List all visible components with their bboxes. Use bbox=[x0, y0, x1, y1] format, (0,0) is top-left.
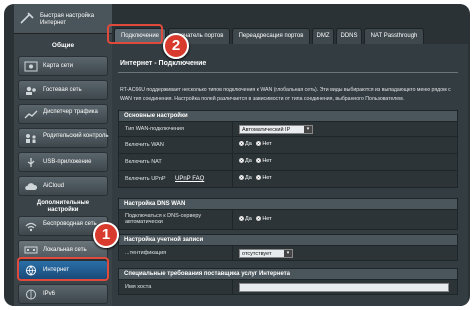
hostname-input[interactable] bbox=[239, 283, 449, 292]
auth-row: ...тентификация отсутствует ▾ bbox=[118, 246, 458, 261]
ipv6-icon bbox=[26, 289, 36, 300]
radio-yes[interactable] bbox=[239, 158, 244, 164]
sidebar-item-ipv6[interactable]: IPv6 bbox=[18, 284, 108, 304]
sidebar-item-label: Родительский контроль bbox=[43, 133, 109, 139]
sidebar-item-traffic-manager[interactable]: Диспетчер трафика bbox=[18, 104, 108, 124]
auto-dns-row: Подключаться к DNS-серверу автоматически… bbox=[118, 210, 458, 230]
sidebar-item-label: Локальная сеть bbox=[43, 247, 87, 253]
isp-settings-header: Специальные требования поставщика услуг … bbox=[118, 268, 458, 280]
lan-icon bbox=[24, 246, 38, 254]
wan-type-label: Тип WAN-подключения bbox=[125, 126, 184, 132]
radio-no[interactable] bbox=[256, 158, 262, 164]
internet-highlight bbox=[17, 257, 109, 281]
sidebar-item-label: IPv6 bbox=[43, 291, 56, 297]
chevron-down-icon: ▾ bbox=[304, 126, 312, 133]
radio-yes[interactable] bbox=[239, 141, 244, 147]
hostname-row: Имя хоста bbox=[118, 280, 458, 295]
basic-settings-header: Основные настройки bbox=[118, 110, 458, 122]
general-header: Общие bbox=[51, 42, 75, 49]
enable-nat-radios: Да Нет bbox=[239, 158, 272, 164]
radio-yes-label: Да bbox=[245, 216, 252, 222]
network-map-icon bbox=[24, 61, 38, 72]
sidebar-item-guest-network[interactable]: Гостевая сеть bbox=[18, 80, 108, 100]
enable-wan-label: Включить WAN bbox=[125, 142, 164, 148]
wan-type-row: Тип WAN-подключения Автоматический IP ▾ bbox=[118, 122, 458, 137]
hostname-label: Имя хоста bbox=[125, 284, 152, 290]
radio-no-label: Нет bbox=[262, 141, 272, 147]
quick-setup-button[interactable]: Быстрая настройка Интернет bbox=[14, 4, 112, 34]
step-1-badge: 1 bbox=[93, 222, 119, 248]
auto-dns-radios: Да Нет bbox=[239, 216, 272, 222]
guest-network-icon bbox=[26, 86, 36, 95]
wizard-icon bbox=[20, 12, 34, 24]
radio-no[interactable] bbox=[256, 216, 262, 222]
auto-dns-label: Подключаться к DNS-серверу автоматически bbox=[125, 213, 202, 225]
enable-wan-row: Включить WAN Да Нет bbox=[118, 137, 458, 154]
main-content: Интернет - Подключение RT-AC66U поддержи… bbox=[112, 44, 468, 306]
section-title: Настройка учетной записи bbox=[124, 237, 204, 243]
account-settings-header: Настройка учетной записи bbox=[118, 234, 458, 246]
enable-upnp-label: Включить UPnP bbox=[125, 176, 166, 182]
sidebar-item-usb-application[interactable]: USB-приложение bbox=[18, 152, 108, 172]
parental-control-icon bbox=[26, 134, 36, 143]
page-title: Интернет - Подключение bbox=[120, 60, 207, 67]
section-title: Основные настройки bbox=[124, 113, 188, 119]
usb-icon bbox=[27, 158, 35, 167]
radio-no[interactable] bbox=[256, 175, 262, 181]
sidebar-item-label: AiCloud bbox=[43, 183, 65, 189]
traffic-manager-icon bbox=[24, 110, 38, 119]
tab-port-forwarding[interactable]: Переадресация портов bbox=[232, 28, 310, 44]
radio-yes-label: Да bbox=[245, 158, 252, 164]
enable-upnp-row: Включить UPnP UPnP FAQ Да Нет bbox=[118, 171, 458, 188]
wan-type-value: Автоматический IP bbox=[242, 127, 291, 133]
page-description: RT-AC66U поддерживает несколько типов по… bbox=[120, 87, 451, 102]
tab-nat-passthrough[interactable]: NAT Passthrough bbox=[364, 28, 424, 44]
title-divider bbox=[118, 72, 458, 73]
tab-dmz[interactable]: DMZ bbox=[312, 28, 334, 44]
radio-yes-label: Да bbox=[245, 175, 252, 181]
chevron-down-icon: ▾ bbox=[284, 250, 292, 257]
sidebar-item-parental-control[interactable]: Родительский контроль bbox=[18, 128, 109, 148]
radio-yes[interactable] bbox=[239, 175, 244, 181]
upnp-faq-link[interactable]: UPnP FAQ bbox=[175, 176, 204, 182]
section-title: Специальные требования поставщика услуг … bbox=[124, 271, 290, 277]
auth-value: отсутствует bbox=[242, 251, 272, 257]
enable-nat-row: Включить NAT Да Нет bbox=[118, 154, 458, 171]
radio-no-label: Нет bbox=[262, 158, 272, 164]
tab-ddns[interactable]: DDNS bbox=[336, 28, 362, 44]
sidebar-item-aicloud[interactable]: AiCloud bbox=[18, 176, 108, 196]
dns-settings-header: Настройка DNS WAN bbox=[118, 198, 458, 210]
auth-label: ...тентификация bbox=[125, 250, 167, 256]
auth-select[interactable]: отсутствует ▾ bbox=[239, 249, 293, 258]
section-title: Настройка DNS WAN bbox=[124, 201, 186, 207]
radio-no-label: Нет bbox=[262, 175, 272, 181]
radio-no-label: Нет bbox=[262, 216, 272, 222]
sidebar-item-label: Гостевая сеть bbox=[43, 87, 82, 93]
wireless-icon bbox=[25, 222, 37, 232]
sidebar-item-label: USB-приложение bbox=[43, 159, 92, 165]
tab-highlight bbox=[107, 24, 163, 44]
cloud-icon bbox=[25, 183, 38, 190]
enable-upnp-radios: Да Нет bbox=[239, 175, 272, 181]
sidebar-item-network-map[interactable]: Карта сети bbox=[18, 56, 108, 76]
enable-nat-label: Включить NAT bbox=[125, 159, 162, 165]
step-2-badge: 2 bbox=[163, 33, 189, 59]
wan-type-select[interactable]: Автоматический IP ▾ bbox=[239, 125, 313, 134]
quick-setup-label: Быстрая настройка Интернет bbox=[40, 13, 95, 26]
radio-no[interactable] bbox=[256, 141, 262, 147]
advanced-header: Дополнительные настройки bbox=[36, 200, 90, 213]
enable-wan-radios: Да Нет bbox=[239, 141, 272, 147]
radio-yes[interactable] bbox=[239, 216, 244, 222]
sidebar-item-label: Диспетчер трафика bbox=[43, 109, 98, 115]
sidebar-item-label: Карта сети bbox=[43, 63, 73, 69]
radio-yes-label: Да bbox=[245, 141, 252, 147]
